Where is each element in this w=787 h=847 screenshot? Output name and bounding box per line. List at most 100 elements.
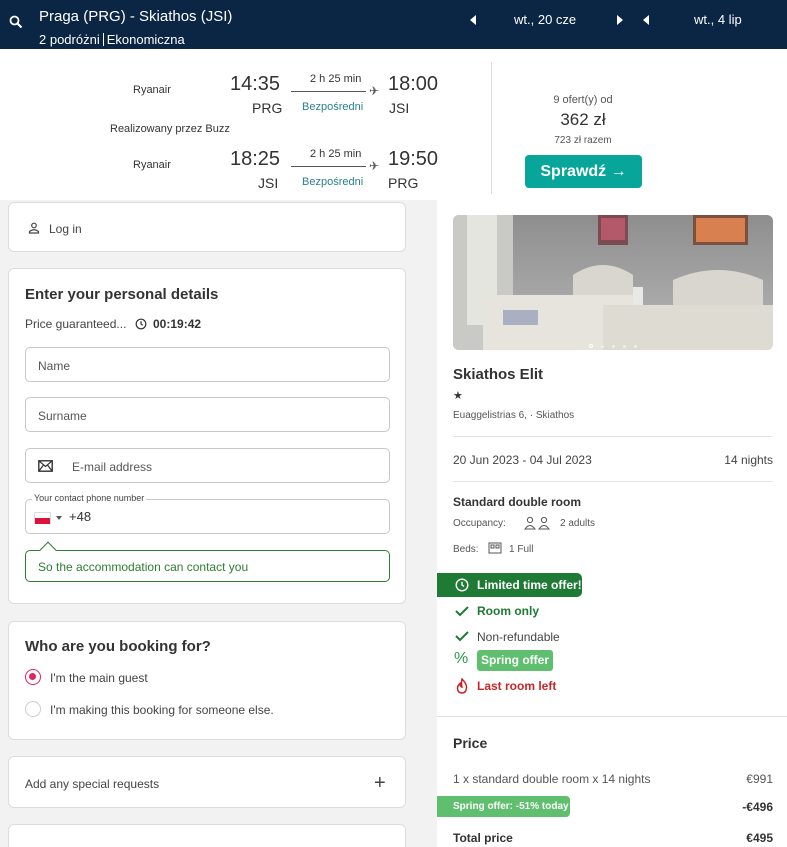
flight-duration: 2 h 25 min: [310, 148, 362, 160]
limited-offer-badge: Limited time offer!: [437, 573, 582, 597]
trip-meta[interactable]: 2 podróżni Ekonomiczna: [39, 32, 185, 47]
chevron-down-icon[interactable]: [56, 516, 62, 520]
hotel-photo[interactable]: [453, 215, 773, 350]
occupancy-value: 2 adults: [560, 518, 596, 529]
contact-note-text: So the accommodation can contact you: [38, 560, 249, 574]
main-guest-label[interactable]: I'm the main guest: [50, 671, 148, 685]
travellers: 2 podróżni: [39, 32, 100, 47]
next-depart-date-icon[interactable]: [617, 15, 623, 25]
email-placeholder: E-mail address: [72, 460, 153, 474]
offer-summary: 9 ofert(y) od 362 zł 723 zł razem: [524, 94, 642, 146]
flight-summary: Ryanair 14:35 PRG 2 h 25 min ✈ Bezpośred…: [0, 49, 787, 200]
someone-else-radio[interactable]: [25, 701, 41, 717]
divider: [453, 436, 773, 437]
return-date[interactable]: wt., 4 lip: [694, 12, 742, 27]
price-title: Price: [453, 735, 488, 751]
route-title[interactable]: Praga (PRG) - Skiathos (JSI): [39, 8, 232, 25]
divider: [491, 62, 492, 194]
plane-icon: ✈: [369, 159, 380, 173]
hotel-name: Skiathos Elit: [453, 366, 544, 383]
stops-label: Bezpośredni: [302, 101, 364, 113]
discount-amount: -€496: [742, 800, 773, 814]
name-placeholder: Name: [38, 359, 71, 373]
limited-offer-text: Limited time offer!: [477, 578, 582, 592]
departure-time: 14:35: [230, 73, 281, 95]
flight-duration: 2 h 25 min: [310, 73, 362, 85]
contact-note: So the accommodation can contact you: [25, 541, 390, 582]
next-card: [8, 824, 406, 847]
room-type: Standard double room: [453, 495, 582, 509]
prev-return-date-icon[interactable]: [643, 15, 649, 25]
search-icon[interactable]: [9, 15, 23, 29]
phone-country-code: +48: [69, 509, 92, 524]
check-icon: [455, 631, 469, 642]
offer-price: 362 zł: [560, 110, 606, 129]
departure-time: 18:25: [230, 148, 281, 170]
surname-placeholder: Surname: [38, 409, 87, 423]
outbound-flight: Ryanair 14:35 PRG 2 h 25 min ✈ Bezpośred…: [0, 49, 490, 116]
people-icon: [524, 516, 550, 530]
room-only-feature: Room only: [477, 604, 539, 618]
plus-icon[interactable]: +: [374, 773, 386, 793]
non-refundable-feature: Non-refundable: [477, 630, 560, 644]
beds-label: Beds:: [453, 544, 479, 555]
departure-code: PRG: [252, 100, 283, 116]
phone-label: Your contact phone number: [32, 493, 147, 503]
price-guarantee: Price guaranteed...: [25, 317, 127, 331]
login-label[interactable]: Log in: [49, 222, 82, 236]
bed-icon: [488, 542, 502, 554]
occupancy-label: Occupancy:: [453, 518, 506, 529]
someone-else-label[interactable]: I'm making this booking for someone else…: [50, 703, 274, 717]
login-card[interactable]: Log in: [8, 202, 406, 252]
divider: [453, 481, 773, 482]
hotel-summary-column: Skiathos Elit ★ Euaggelistrias 6, · Skia…: [437, 200, 787, 847]
main-guest-radio[interactable]: [25, 669, 41, 685]
offer-total: 723 zł razem: [554, 135, 612, 146]
percent-icon: %: [454, 650, 469, 667]
flame-icon: [456, 678, 468, 694]
booking-form-column: Log in Enter your personal details Price…: [0, 200, 437, 847]
name-field[interactable]: Name: [25, 347, 390, 382]
email-field[interactable]: E-mail address: [25, 448, 390, 483]
check-button[interactable]: Sprawdź →: [525, 155, 642, 188]
search-header: Praga (PRG) - Skiathos (JSI) 2 podróżni E…: [0, 0, 787, 49]
poland-flag-icon[interactable]: [34, 512, 51, 524]
arrival-time: 19:50: [388, 148, 439, 170]
prev-depart-date-icon[interactable]: [470, 15, 476, 25]
special-requests-label[interactable]: Add any special requests: [25, 777, 159, 791]
check-icon: [455, 606, 469, 617]
tooltip-arrow: [39, 541, 57, 559]
flight-line: [291, 91, 366, 92]
beds-value: 1 Full: [509, 544, 534, 555]
personal-details-card: Enter your personal details Price guaran…: [8, 268, 406, 604]
carousel-dots[interactable]: [589, 335, 645, 350]
stay-nights: 14 nights: [724, 453, 773, 467]
offers-count: 9 ofert(y) od: [553, 94, 613, 106]
phone-field[interactable]: Your contact phone number +48: [25, 493, 390, 534]
stops-label: Bezpośredni: [302, 176, 364, 188]
airline-name: Ryanair: [133, 159, 171, 171]
price-line-amount: €991: [746, 772, 773, 786]
star-icon: ★: [453, 390, 463, 402]
divider: [102, 33, 104, 46]
special-requests-card[interactable]: Add any special requests +: [8, 756, 406, 808]
envelope-icon: [38, 460, 53, 472]
airline-name: Ryanair: [133, 84, 171, 96]
depart-date[interactable]: wt., 20 cze: [514, 12, 576, 27]
surname-field[interactable]: Surname: [25, 397, 390, 432]
divider: [437, 716, 787, 717]
total-price-label: Total price: [453, 831, 513, 845]
clock-icon: [455, 578, 469, 592]
departure-code: JSI: [258, 175, 279, 191]
spring-offer-badge: Spring offer: [477, 650, 553, 671]
flight-line: [291, 166, 366, 167]
arrival-code: PRG: [388, 175, 419, 191]
price-line-label: 1 x standard double room x 14 nights: [453, 772, 651, 786]
plane-icon: ✈: [369, 84, 380, 98]
section-title: Who are you booking for?: [25, 638, 211, 655]
bedroom-image: [453, 215, 773, 350]
arrival-code: JSI: [389, 100, 410, 116]
hotel-address: Euaggelistrias 6, · Skiathos: [453, 410, 575, 421]
stay-dates: 20 Jun 2023 - 04 Jul 2023: [453, 453, 592, 467]
user-icon: [28, 222, 40, 234]
